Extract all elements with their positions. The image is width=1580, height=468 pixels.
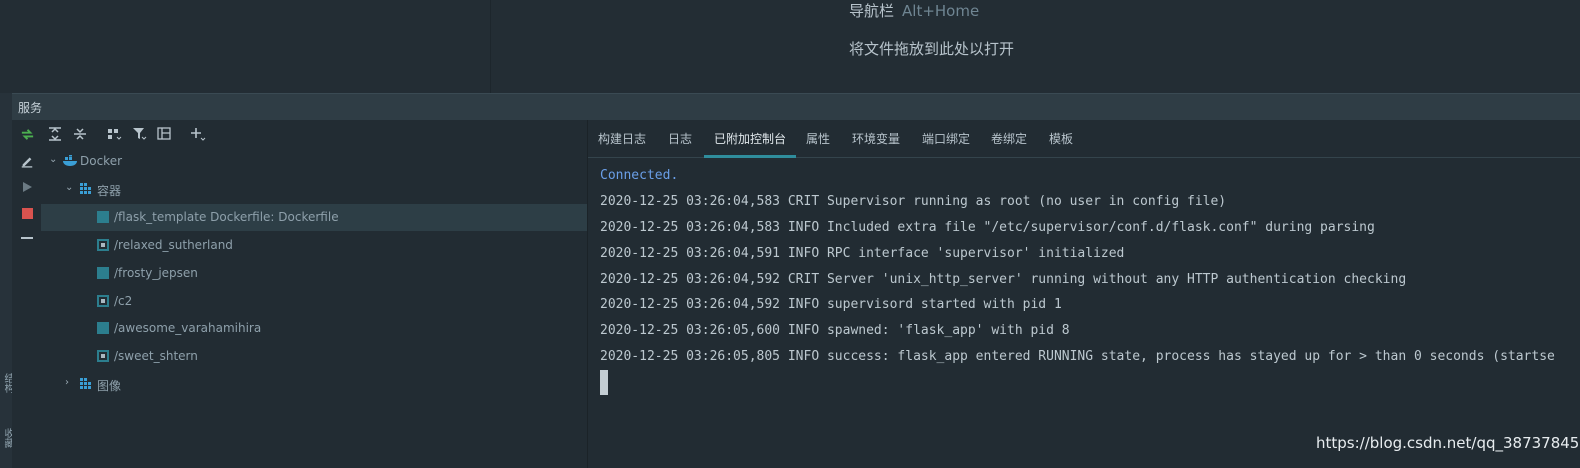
console-line: 2020-12-25 03:26:04,592 INFO supervisord… [600, 297, 1062, 312]
console-line: 2020-12-25 03:26:04,591 INFO RPC interfa… [600, 246, 1125, 261]
tab-port-bindings[interactable]: 端口绑定 [922, 130, 970, 147]
nav-hint: 导航栏 Alt+Home [849, 0, 979, 21]
tree-container-item[interactable]: /flask_template Dockerfile: Dockerfile [41, 204, 587, 231]
tree-container-item[interactable]: /sweet_shtern [41, 343, 587, 370]
minus-icon[interactable] [19, 230, 35, 246]
running-container-icon [97, 350, 109, 362]
detail-tabs: 构建日志 日志 已附加控制台 属性 环境变量 端口绑定 卷绑定 模板 [588, 120, 1580, 158]
edit-icon[interactable] [19, 153, 35, 169]
container-icon [97, 322, 109, 334]
drop-hint: 将文件拖放到此处以打开 [849, 40, 1015, 58]
tree-docker[interactable]: ⌄ Docker [41, 148, 587, 175]
tree-container-item[interactable]: /awesome_varahamihira [41, 315, 587, 342]
new-layout-icon[interactable] [155, 125, 173, 143]
tab-env-vars[interactable]: 环境变量 [852, 130, 900, 147]
collapse-all-icon[interactable] [71, 125, 89, 143]
images-label: 图像 [97, 379, 122, 393]
refresh-icon[interactable] [19, 126, 35, 142]
tab-volume-bindings[interactable]: 卷绑定 [991, 130, 1027, 147]
tab-log[interactable]: 日志 [668, 130, 692, 147]
tree-container-item[interactable]: /relaxed_sutherland [41, 232, 587, 259]
grid-icon [80, 183, 92, 195]
console-output[interactable]: Connected. 2020-12-25 03:26:04,583 CRIT … [588, 158, 1580, 468]
console-line: 2020-12-25 03:26:04,583 CRIT Supervisor … [600, 194, 1227, 209]
containers-label: 容器 [97, 184, 122, 198]
console-line: 2020-12-25 03:26:05,805 INFO success: fl… [600, 349, 1555, 364]
container-icon [97, 267, 109, 279]
container-label: /flask_template Dockerfile: Dockerfile [114, 210, 339, 224]
console-line: 2020-12-25 03:26:04,583 INFO Included ex… [600, 220, 1375, 235]
grid-icon [80, 378, 92, 390]
console-line: 2020-12-25 03:26:05,600 INFO spawned: 'f… [600, 323, 1070, 338]
container-label: /sweet_shtern [114, 349, 198, 363]
chevron-right-icon[interactable]: › [65, 377, 69, 388]
console-line: 2020-12-25 03:26:04,592 CRIT Server 'uni… [600, 272, 1407, 287]
tab-attached-console[interactable]: 已附加控制台 [714, 130, 786, 147]
tree-images[interactable]: › 图像 [41, 371, 587, 398]
container-label: /frosty_jepsen [114, 266, 198, 280]
docker-label: Docker [80, 154, 123, 168]
side-toolbar [12, 120, 41, 468]
tree-containers[interactable]: ⌄ 容器 [41, 176, 587, 203]
editor-area: 导航栏 Alt+Home 将文件拖放到此处以打开 [0, 0, 1580, 93]
services-tree: ⌄ Docker ⌄ 容器 /flask_template Dockerfile… [41, 148, 587, 468]
tree-container-item[interactable]: /frosty_jepsen [41, 260, 587, 287]
services-title: 服务 [18, 101, 43, 115]
tab-build-log[interactable]: 构建日志 [598, 130, 646, 147]
stop-icon[interactable] [19, 205, 35, 221]
container-icon [97, 211, 109, 223]
container-label: /relaxed_sutherland [114, 238, 233, 252]
nav-hint-label: 导航栏 [849, 2, 895, 20]
tab-properties[interactable]: 属性 [806, 130, 830, 147]
services-header: 服务 [12, 93, 1580, 120]
services-toolbar [41, 120, 587, 148]
running-container-icon [97, 295, 109, 307]
expand-all-icon[interactable] [46, 125, 64, 143]
run-icon[interactable] [19, 179, 35, 195]
tree-container-item[interactable]: /c2 [41, 288, 587, 315]
container-label: /awesome_varahamihira [114, 321, 262, 335]
add-icon[interactable] [189, 125, 207, 143]
tab-templates[interactable]: 模板 [1049, 130, 1073, 147]
group-icon[interactable] [105, 125, 123, 143]
nav-hint-shortcut: Alt+Home [902, 2, 980, 20]
console-cursor[interactable] [600, 370, 608, 395]
container-label: /c2 [114, 294, 133, 308]
filter-icon[interactable] [130, 125, 148, 143]
editor-divider [490, 0, 491, 93]
left-rail: 结构 收藏 [0, 93, 13, 468]
running-container-icon [97, 239, 109, 251]
chevron-down-icon[interactable]: ⌄ [65, 182, 73, 193]
console-line-connected: Connected. [600, 168, 679, 183]
watermark: https://blog.csdn.net/qq_38737845 [1316, 434, 1580, 452]
docker-icon [63, 155, 77, 167]
chevron-down-icon[interactable]: ⌄ [49, 154, 57, 165]
